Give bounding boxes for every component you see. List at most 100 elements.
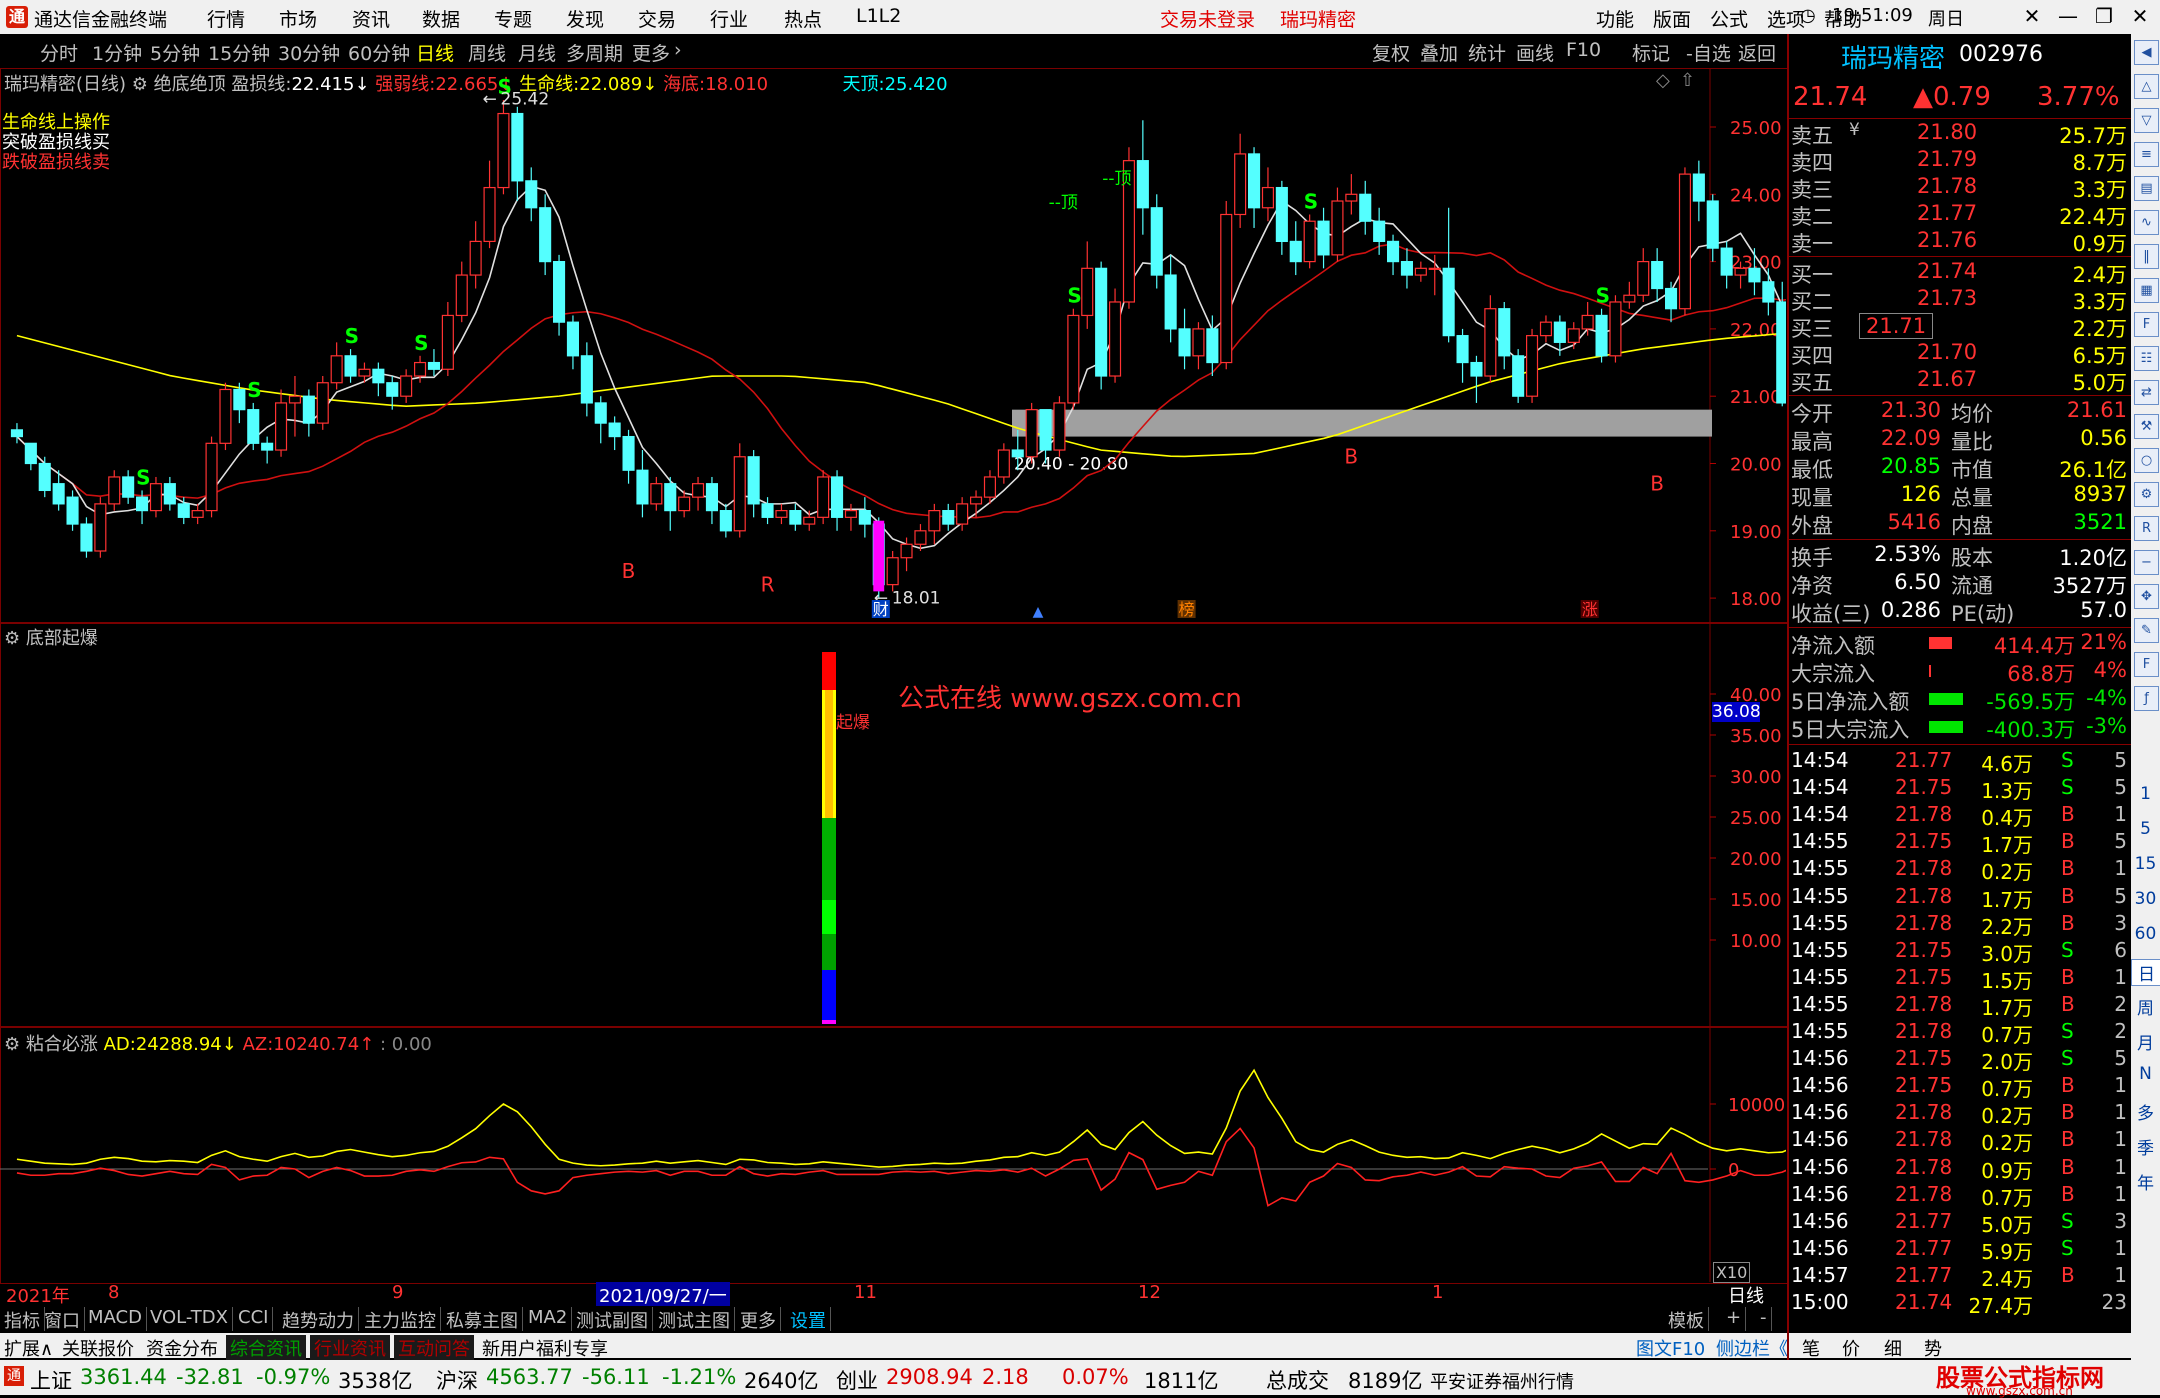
period-tab-1[interactable]: 1分钟 [92,39,142,66]
menu-item-5[interactable]: 发现 [566,5,604,32]
ext-right-tab-1[interactable]: 侧边栏《 [1712,1335,1792,1361]
period-tab-0[interactable]: 分时 [40,39,78,66]
period-tab-9[interactable]: 多周期 [566,39,623,66]
bid-row[interactable]: 买三 21.71 2.2万 [1789,313,2133,341]
period-tab-8[interactable]: 月线 [518,39,556,66]
menu-icon[interactable]: ≡ [2134,142,2159,167]
adhesion-indicator-chart[interactable]: 10000 0 [0,1026,1786,1282]
bid-row[interactable]: 买一 21.74 2.4万 [1789,259,2133,287]
bottom-right-tab-0[interactable]: 模板 [1664,1307,1709,1332]
menu-item-0[interactable]: 行情 [207,5,245,32]
indicator-tab-1[interactable]: 窗口 [40,1307,85,1332]
side-period-0[interactable]: 1 [2131,784,2160,804]
index-quote[interactable]: 创业 2908.94 2.18 0.07% 1811亿 [836,1360,1236,1395]
sys-menu-item-3[interactable]: 选项 [1767,5,1805,32]
ext-tab-6[interactable]: 新用户福利专享 [478,1335,612,1361]
period-tab-10[interactable]: 更多 [632,39,670,66]
side-period-10[interactable]: 季 [2131,1134,2160,1159]
side-period-3[interactable]: 30 [2131,889,2160,909]
menu-item-6[interactable]: 交易 [638,5,676,32]
cross-icon[interactable]: ✥ [2134,584,2159,609]
indicator-tab-12[interactable]: 设置 [786,1307,831,1332]
ext-right-tab-0[interactable]: 图文F10 [1632,1335,1709,1361]
right-tab-6[interactable]: -自选 [1686,39,1731,66]
bottom-right-tab-1[interactable]: + [1722,1307,1747,1331]
indicator-tab-2[interactable]: MACD [84,1307,147,1331]
ask-row[interactable]: 卖五 ¥21.80 25.7万 [1789,120,2133,148]
right-tab-0[interactable]: 复权 [1372,39,1410,66]
circle-icon[interactable]: ○ [2134,448,2159,473]
indicator-tab-7[interactable]: 私募主图 [442,1307,523,1332]
menu-item-2[interactable]: 资讯 [352,5,390,32]
sys-menu-item-1[interactable]: 版面 [1653,5,1691,32]
side-period-9[interactable]: 多 [2131,1099,2160,1124]
right-tab-7[interactable]: 返回 [1738,39,1776,66]
sys-menu-item-0[interactable]: 功能 [1596,5,1634,32]
indicator-tab-6[interactable]: 主力监控 [360,1307,441,1332]
candle-icon[interactable]: ‖ [2134,244,2159,269]
indicator-tab-11[interactable]: 更多 [736,1307,781,1332]
indicator-tab-8[interactable]: MA2 [524,1307,573,1331]
indicator-tab-4[interactable]: CCI [234,1307,274,1331]
sys-menu-item-4[interactable]: 帮助 [1824,5,1862,32]
f10-icon[interactable]: F [2134,312,2159,337]
risk-icon[interactable]: R [2134,516,2159,541]
ask-row[interactable]: 卖四 21.79 8.7万 [1789,147,2133,175]
ext-tab-4[interactable]: 行业资讯 [310,1335,390,1361]
pen-icon[interactable]: ✎ [2134,618,2159,643]
bid-row[interactable]: 买四 21.70 6.5万 [1789,340,2133,368]
period-tab-3[interactable]: 15分钟 [208,39,270,66]
side-period-11[interactable]: 年 [2131,1169,2160,1194]
ext-tab-3[interactable]: 综合资讯 [226,1335,306,1361]
menu-item-4[interactable]: 专题 [494,5,532,32]
fs-icon[interactable]: F [2134,652,2159,677]
tools-icon[interactable]: ⚒ [2134,414,2159,439]
bid-row[interactable]: 买二 21.73 3.3万 [1789,286,2133,314]
period-tab-7[interactable]: 周线 [468,39,506,66]
ext-tab-1[interactable]: 关联报价 [58,1335,138,1361]
menu-item-7[interactable]: 行业 [710,5,748,32]
right-tab-5[interactable]: 标记 [1632,39,1670,66]
burst-indicator-chart[interactable]: 40.0035.0030.0025.0020.0015.0010.00起爆 [0,622,1786,1026]
side-period-5[interactable]: 日 [2131,959,2160,986]
gear-icon[interactable]: ⚙ [2134,482,2159,507]
right-tab-3[interactable]: 画线 [1516,39,1554,66]
collapse-icon[interactable]: ◀ [2134,40,2159,65]
more-chevron-icon[interactable]: › [674,39,682,61]
chart-line-icon[interactable]: ∿ [2134,210,2159,235]
side-period-2[interactable]: 15 [2131,854,2160,874]
candlestick-chart[interactable]: 25.0024.0023.0022.0021.0020.0019.0018.00… [0,68,1786,622]
ask-row[interactable]: 卖一 21.76 0.9万 [1789,228,2133,256]
window-close-icon[interactable]: ✕ [2125,4,2155,28]
indicator-tab-0[interactable]: 指标 [0,1307,45,1332]
minus-icon[interactable]: − [2134,550,2159,575]
ask-row[interactable]: 卖二 21.77 22.4万 [1789,201,2133,229]
event-tag[interactable]: 财 [873,600,889,619]
ask-row[interactable]: 卖三 21.78 3.3万 [1789,174,2133,202]
compare-icon[interactable]: ⇄ [2134,380,2159,405]
period-tab-2[interactable]: 5分钟 [150,39,200,66]
period-tab-6[interactable]: 日线 [416,39,454,66]
trade-login-status[interactable]: 交易未登录 [1160,5,1255,32]
ext-tab-5[interactable]: 互动问答 [394,1335,474,1361]
right-tab-2[interactable]: 统计 [1468,39,1506,66]
close-icon[interactable]: ✕ [2017,4,2047,28]
bottom-right-tab-2[interactable]: - [1756,1307,1772,1331]
bid-row[interactable]: 买五 21.67 5.0万 [1789,367,2133,395]
period-tab-4[interactable]: 30分钟 [278,39,340,66]
side-period-8[interactable]: N [2131,1064,2160,1084]
indicator-tab-10[interactable]: 测试主图 [654,1307,735,1332]
index-quote[interactable]: 上证 3361.44 -32.81 -0.97% 3538亿 [30,1360,430,1395]
menu-item-9[interactable]: L1L2 [856,5,901,27]
side-period-6[interactable]: 周 [2131,994,2160,1019]
side-period-7[interactable]: 月 [2131,1029,2160,1054]
fx-icon[interactable]: ƒ [2134,686,2159,711]
indicator-tab-3[interactable]: VOL-TDX [146,1307,233,1331]
indicator-tab-9[interactable]: 测试副图 [572,1307,653,1332]
indicator-tab-5[interactable]: 趋势动力 [278,1307,359,1332]
book-icon[interactable]: ☷ [2134,346,2159,371]
restore-icon[interactable]: ❐ [2089,4,2119,28]
event-tag[interactable]: 涨 [1582,600,1598,619]
index-quote[interactable]: 沪深 4563.77 -56.11 -1.21% 2640亿 [436,1360,836,1395]
ext-tab-0[interactable]: 扩展∧ [0,1335,57,1361]
